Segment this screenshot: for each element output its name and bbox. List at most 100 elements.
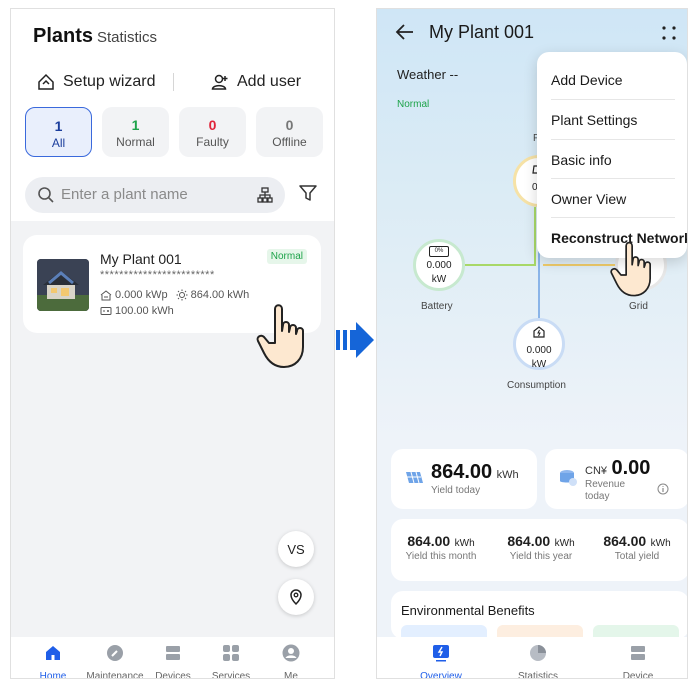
- map-pin-icon: [290, 589, 302, 606]
- yield-today-card[interactable]: 864.00 kWh Yield today: [391, 449, 537, 509]
- battery-value: 0.000: [426, 260, 452, 271]
- battery-unit: kW: [431, 274, 447, 285]
- pie-chart-icon: [530, 645, 546, 661]
- filter-faulty[interactable]: 0 Faulty: [179, 107, 246, 157]
- overview-icon: [433, 645, 449, 662]
- search-input[interactable]: Enter a plant name: [25, 177, 285, 213]
- yield-year-value: 864.00: [507, 533, 551, 549]
- battery-soc: 0%: [434, 248, 444, 254]
- add-user-label: Add user: [237, 73, 302, 90]
- tap-hand-icon: [610, 241, 651, 297]
- search-icon: [38, 187, 54, 203]
- battery-soc-icon: 0%: [429, 246, 449, 257]
- environmental-benefits-title: Environmental Benefits: [401, 603, 535, 618]
- filter-all[interactable]: 1 All: [25, 107, 92, 157]
- menu-item-owner-view[interactable]: Owner View: [551, 179, 677, 219]
- plant-capacity: 0.000 kWp: [115, 289, 168, 301]
- wrench-icon: [107, 645, 123, 661]
- plant-address: ************************: [100, 269, 215, 281]
- nav-label: Device: [622, 671, 654, 679]
- nav-devices[interactable]: Devices: [143, 643, 203, 679]
- back-arrow-icon[interactable]: [395, 23, 415, 41]
- filter-normal[interactable]: 1 Normal: [102, 107, 169, 157]
- consumption-label: Consumption: [507, 380, 566, 391]
- filter-label: Offline: [272, 135, 307, 149]
- home-icon: [46, 646, 60, 660]
- hierarchy-icon[interactable]: [257, 187, 273, 203]
- nav-device[interactable]: Device: [603, 643, 673, 679]
- coins-icon: [560, 470, 577, 486]
- info-icon[interactable]: [657, 483, 669, 495]
- yield-total: 864.00 kWh Total yield: [587, 533, 687, 562]
- yield-year-unit: kWh: [554, 538, 575, 549]
- nav-label: Overview: [420, 671, 462, 679]
- battery-node[interactable]: 0% 0.000 kW: [413, 239, 465, 291]
- tap-hand-icon: [256, 304, 304, 368]
- consumption-value: 0.000: [526, 345, 552, 356]
- yield-total-unit: kWh: [650, 538, 671, 549]
- filter-label: All: [51, 136, 66, 150]
- plants-screen: Plants Statistics Setup wizard Add user …: [10, 8, 335, 679]
- setup-wizard-icon: [38, 73, 54, 90]
- nav-me[interactable]: Me: [261, 643, 321, 679]
- nav-label: Services: [211, 671, 251, 679]
- nav-statistics[interactable]: Statistics: [503, 643, 573, 678]
- add-user-button[interactable]: Add user: [211, 67, 301, 97]
- consumption-unit: kW: [531, 359, 547, 370]
- profile-icon: [282, 644, 300, 662]
- devices-icon: [166, 646, 180, 660]
- menu-item-basic-info[interactable]: Basic info: [551, 140, 677, 180]
- capacity-icon: [100, 290, 112, 301]
- compare-label: VS: [287, 541, 305, 557]
- device-icon: [631, 646, 645, 660]
- nav-label: Me: [284, 671, 298, 679]
- filter-count: 1: [54, 118, 63, 134]
- add-user-icon: [211, 74, 228, 90]
- plant-energy: 864.00 kWh: [190, 289, 250, 301]
- yield-today-value: 864.00: [431, 461, 493, 483]
- detail-bottom-nav: Overview Statistics Device: [377, 637, 687, 679]
- sun-icon: [176, 289, 188, 301]
- revenue-card[interactable]: CN¥ 0.00 Revenue today: [545, 449, 687, 509]
- revenue-label-2: today: [585, 491, 610, 502]
- nav-services[interactable]: Services: [201, 643, 261, 679]
- yield-today-unit: kWh: [496, 469, 519, 481]
- nav-home[interactable]: Home: [23, 643, 83, 678]
- yield-year: 864.00 kWh Yield this year: [491, 533, 591, 562]
- consumption-node[interactable]: 0.000 kW: [513, 318, 565, 370]
- environmental-benefits-card[interactable]: Environmental Benefits: [391, 591, 687, 639]
- filter-count: 0: [208, 117, 217, 133]
- menu-item-plant-settings[interactable]: Plant Settings: [551, 100, 677, 140]
- search-placeholder: Enter a plant name: [61, 186, 188, 203]
- revenue-label: Revenue: [585, 479, 626, 490]
- tab-statistics[interactable]: Statistics: [97, 29, 157, 46]
- filter-count: 0: [285, 117, 294, 133]
- yield-month: 864.00 kWh Yield this month: [391, 533, 491, 562]
- plant-storage-row: 100.00 kWh: [100, 305, 174, 317]
- nav-overview[interactable]: Overview: [406, 643, 476, 679]
- setup-wizard-button[interactable]: Setup wizard: [37, 67, 156, 97]
- filter-offline[interactable]: 0 Offline: [256, 107, 323, 157]
- filter-label: Faulty: [196, 135, 229, 149]
- tab-plants[interactable]: Plants: [33, 25, 93, 48]
- yield-total-value: 864.00: [603, 533, 647, 549]
- compare-button[interactable]: VS: [278, 531, 314, 567]
- yield-month-label: Yield this month: [405, 551, 477, 562]
- setup-wizard-label: Setup wizard: [63, 73, 156, 90]
- plant-status: Normal: [397, 99, 430, 110]
- battery-icon: [100, 307, 112, 315]
- more-icon[interactable]: [661, 25, 677, 41]
- action-divider: [173, 73, 174, 91]
- grid-label: Grid: [629, 301, 648, 312]
- bottom-nav: Home Maintenance Devices Services Me: [11, 637, 334, 679]
- nav-label: Devices: [155, 671, 191, 679]
- map-location-button[interactable]: [278, 579, 314, 615]
- filter-icon[interactable]: [298, 183, 318, 203]
- page-title: My Plant 001: [429, 22, 535, 42]
- consumption-icon: [533, 326, 545, 338]
- revenue-value: 0.00: [611, 457, 651, 479]
- yield-today-label: Yield today: [431, 485, 481, 496]
- menu-item-add-device[interactable]: Add Device: [551, 60, 677, 100]
- status-badge: Normal: [266, 249, 307, 264]
- nav-maintenance[interactable]: Maintenance: [85, 643, 145, 678]
